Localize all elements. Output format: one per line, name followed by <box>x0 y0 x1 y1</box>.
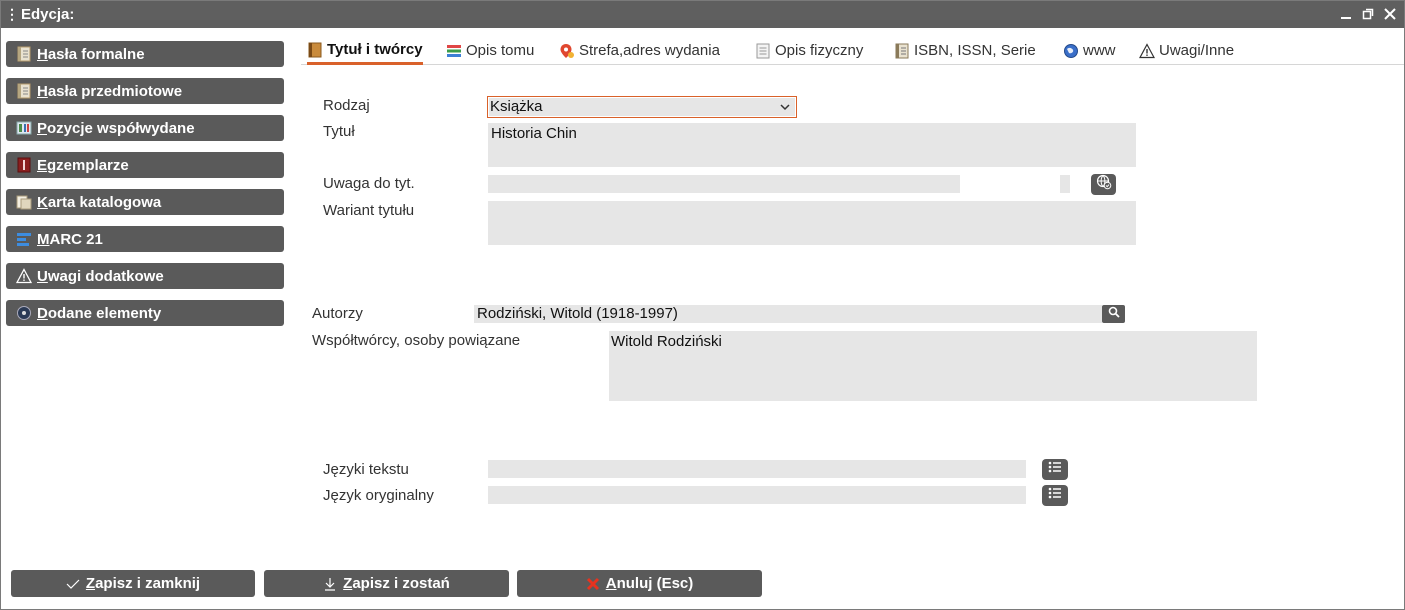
save-stay-button[interactable]: Zapisz i zostań <box>264 570 509 597</box>
rodzaj-label: Rodzaj <box>323 97 370 114</box>
autorzy-search-button[interactable] <box>1102 305 1125 323</box>
jezyk-oryg-label: Język oryginalny <box>323 487 434 504</box>
jezyk-oryg-field[interactable] <box>488 486 1026 504</box>
globe-check-icon <box>1096 174 1112 195</box>
tab-uwagi-inne[interactable]: Uwagi/Inne <box>1139 37 1234 64</box>
tab-bar: Tytuł i twórcy Opis tomu Strefa,adres wy… <box>301 37 1404 65</box>
card-icon <box>16 194 32 210</box>
close-red-icon <box>586 577 600 591</box>
book-icon <box>894 43 910 59</box>
list-icon <box>1047 486 1063 505</box>
jezyki-label: Języki tekstu <box>323 461 409 478</box>
sidebar-item-hasla-przedmiotowe[interactable]: Hasła przedmiotowe <box>6 78 284 104</box>
book-icon <box>307 42 323 58</box>
columns-icon <box>16 120 32 136</box>
document-icon <box>755 43 771 59</box>
tab-opis-tomu[interactable]: Opis tomu <box>446 37 534 64</box>
save-close-button[interactable]: Zapisz i zamknij <box>11 570 255 597</box>
wariant-label: Wariant tytułu <box>323 202 415 219</box>
wspoltworcy-label: Współtwórcy, osoby powiązane <box>312 332 521 349</box>
jezyki-list-button[interactable] <box>1042 459 1068 480</box>
marc-icon <box>16 231 32 247</box>
tytul-label: Tytuł <box>323 123 355 140</box>
sidebar-item-karta-katalogowa[interactable]: Karta katalogowa <box>6 189 284 215</box>
globe-check-button[interactable] <box>1091 174 1116 195</box>
edit-window: ⋮ Edycja: Hasła formalne Hasła przedmiot… <box>0 0 1405 610</box>
rodzaj-select[interactable]: Książka <box>487 96 797 118</box>
autorzy-label: Autorzy <box>312 305 363 322</box>
cancel-button[interactable]: Anuluj (Esc) <box>517 570 762 597</box>
list-icon <box>1047 460 1063 479</box>
maximize-icon[interactable] <box>1360 4 1376 24</box>
title-bar[interactable]: ⋮ Edycja: <box>1 1 1404 28</box>
tab-strefa-adres-wydania[interactable]: Strefa,adres wydania <box>559 37 720 64</box>
jezyki-field[interactable] <box>488 460 1026 478</box>
window-title: Edycja: <box>21 6 75 23</box>
sidebar-item-pozycje-wspolwydane[interactable]: Pozycje współwydane <box>6 115 284 141</box>
tytul-field[interactable]: Historia Chin <box>488 123 1136 167</box>
tab-www[interactable]: www <box>1063 37 1116 64</box>
sidebar: Hasła formalne Hasła przedmiotowe Pozycj… <box>6 41 284 337</box>
sidebar-item-marc21[interactable]: MARC 21 <box>6 226 284 252</box>
minimize-icon[interactable] <box>1338 4 1354 24</box>
jezyk-oryg-list-button[interactable] <box>1042 485 1068 506</box>
book-icon <box>16 46 32 62</box>
tab-opis-fizyczny[interactable]: Opis fizyczny <box>755 37 863 64</box>
close-icon[interactable] <box>1382 4 1398 24</box>
warning-icon <box>16 268 32 284</box>
warning-icon <box>1139 42 1155 59</box>
download-icon <box>323 577 337 591</box>
menu-grip-icon[interactable]: ⋮ <box>5 6 19 23</box>
copy-icon <box>16 157 32 173</box>
check-icon <box>66 578 80 590</box>
book-icon <box>16 83 32 99</box>
sidebar-item-dodane-elementy[interactable]: Dodane elementy <box>6 300 284 326</box>
search-icon <box>1108 305 1120 323</box>
location-icon <box>559 43 575 59</box>
tab-isbn-issn-serie[interactable]: ISBN, ISSN, Serie <box>894 37 1036 64</box>
stack-icon <box>446 43 462 59</box>
sidebar-item-hasla-formalne[interactable]: Hasła formalne <box>6 41 284 67</box>
wspoltworcy-field[interactable]: Witold Rodziński <box>609 331 1257 401</box>
wariant-field[interactable] <box>488 201 1136 245</box>
uwaga-label: Uwaga do tyt. <box>323 175 415 192</box>
rodzaj-value: Książka <box>489 98 775 116</box>
tab-tytul-i-tworcy[interactable]: Tytuł i twórcy <box>307 37 423 65</box>
sidebar-item-egzemplarze[interactable]: Egzemplarze <box>6 152 284 178</box>
globe-icon <box>1063 43 1079 59</box>
disc-icon <box>16 305 32 321</box>
autorzy-field[interactable]: Rodziński, Witold (1918-1997) <box>474 305 1102 323</box>
uwaga-extra-field[interactable] <box>1060 175 1070 193</box>
window-controls <box>1338 4 1398 24</box>
chevron-down-icon[interactable] <box>775 98 795 116</box>
uwaga-field[interactable] <box>488 175 960 193</box>
sidebar-item-uwagi-dodatkowe[interactable]: Uwagi dodatkowe <box>6 263 284 289</box>
